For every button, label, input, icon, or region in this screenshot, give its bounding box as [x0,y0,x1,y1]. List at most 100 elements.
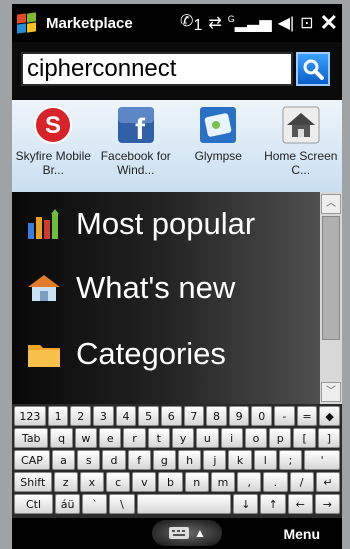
key-Tab[interactable]: Tab [14,428,49,448]
key-'[interactable]: ' [304,450,341,470]
key-n[interactable]: n [184,472,209,492]
key--[interactable]: - [274,406,295,426]
new-house-icon [26,273,62,303]
bottom-bar: ▲ Menu [12,518,342,549]
app-tile-skyfire[interactable]: S Skyfire Mobile Br... [12,100,95,192]
key-r[interactable]: r [123,428,146,448]
key-8[interactable]: 8 [206,406,227,426]
key-h[interactable]: h [178,450,202,470]
key-Ctl[interactable]: Ctl [14,494,54,514]
skyfire-icon: S [33,105,73,145]
status-icons: ✆1 ⇄ G▂▃▅ ◀| ⊡ ✕ [180,10,342,36]
key-][interactable]: ] [317,428,341,448]
key-◆[interactable]: ◆ [319,406,340,426]
key-/[interactable]: / [289,472,314,492]
scroll-thumb[interactable] [322,216,340,340]
key-↑[interactable]: ↑ [260,494,286,514]
keyboard-row: Shift z x c v b n m,. / ↵ [14,472,340,492]
chevron-up-icon: ▲ [194,526,206,540]
search-button[interactable] [296,52,330,86]
app-label: Glympse [194,149,242,163]
key-1[interactable]: 1 [47,406,69,426]
key-v[interactable]: v [132,472,157,492]
key-←[interactable]: ← [287,494,313,514]
key-d[interactable]: d [102,450,126,470]
featured-apps: S Skyfire Mobile Br... f Facebook for Wi… [12,100,342,192]
key-áü[interactable]: áü [55,494,81,514]
menu-item-whats-new[interactable]: What's new [26,270,235,306]
key-y[interactable]: y [171,428,195,448]
key-a[interactable]: a [51,450,76,470]
close-icon[interactable]: ✕ [320,10,338,36]
marketplace-menu: Most popular What's new Categories ︿ ﹀ [12,192,342,404]
scroll-down-button[interactable]: ﹀ [321,382,341,402]
key-o[interactable]: o [244,428,268,448]
key-,[interactable]: , [237,472,262,492]
app-tile-home-screen[interactable]: Home Screen C... [260,100,343,192]
key-g[interactable]: g [152,450,177,470]
key-e[interactable]: e [99,428,122,448]
key-9[interactable]: 9 [228,406,250,426]
key-l[interactable]: l [253,450,277,470]
key-\[interactable]: \ [109,494,135,514]
key-2[interactable]: 2 [70,406,92,426]
key-123[interactable]: 123 [14,406,46,426]
key-→[interactable]: → [314,494,340,514]
key-=[interactable]: = [296,406,318,426]
key-p[interactable]: p [269,428,292,448]
search-icon [303,59,324,80]
home-icon [281,105,321,145]
key-.[interactable]: . [263,472,288,492]
key-↓[interactable]: ↓ [233,494,259,514]
search-input[interactable]: cipherconnect [21,52,293,86]
key-m[interactable]: m [210,472,236,492]
key-6[interactable]: 6 [160,406,182,426]
app-tile-facebook[interactable]: f Facebook for Wind... [95,100,178,192]
key-c[interactable]: c [106,472,131,492]
key-0[interactable]: 0 [251,406,273,426]
menu-button[interactable]: Menu [283,526,320,542]
key-↵[interactable]: ↵ [315,472,340,492]
key-7[interactable]: 7 [183,406,205,426]
key-5[interactable]: 5 [138,406,159,426]
key-z[interactable]: z [53,472,78,492]
key-w[interactable]: w [74,428,98,448]
key-k[interactable]: k [228,450,252,470]
windows-start-icon[interactable] [16,12,38,34]
key-q[interactable]: q [50,428,73,448]
battery-icon[interactable]: ⊡ [300,13,313,33]
scrollbar[interactable]: ︿ ﹀ [320,192,342,404]
key-f[interactable]: f [127,450,151,470]
key-b[interactable]: b [158,472,183,492]
keyboard-toggle-button[interactable]: ▲ [152,520,222,546]
key-4[interactable]: 4 [115,406,137,426]
glympse-icon [198,105,238,145]
data-sync-icon[interactable]: ⇄ [208,13,221,33]
signal-icon[interactable]: G▂▃▅ [228,13,272,33]
menu-item-categories[interactable]: Categories [26,336,226,372]
key-x[interactable]: x [79,472,104,492]
phone-screen: Marketplace ✆1 ⇄ G▂▃▅ ◀| ⊡ ✕ cipherconne… [0,0,350,549]
key-;[interactable]: ; [278,450,303,470]
key-space[interactable] [136,494,232,514]
folder-icon [26,339,62,369]
scroll-up-button[interactable]: ︿ [321,194,341,214]
key-`[interactable]: ` [82,494,108,514]
menu-item-most-popular[interactable]: Most popular [26,206,255,242]
key-t[interactable]: t [147,428,170,448]
key-s[interactable]: s [77,450,101,470]
key-i[interactable]: i [220,428,243,448]
menu-item-label: Most popular [76,206,256,241]
missed-call-icon[interactable]: ✆1 [180,11,202,35]
app-tile-glympse[interactable]: Glympse [177,100,260,192]
key-CAP[interactable]: CAP [14,450,50,470]
app-label: Facebook for Wind... [100,149,171,177]
on-screen-keyboard: 123 1 2 3 4 5 6 7 8 9 0- = ◆ Tab q w e r t y u i o p[] CAP a s d f… [12,404,342,518]
key-[[interactable]: [ [293,428,316,448]
volume-icon[interactable]: ◀| [278,13,294,33]
key-3[interactable]: 3 [93,406,114,426]
app-title: Marketplace [46,14,133,32]
key-j[interactable]: j [203,450,227,470]
key-Shift[interactable]: Shift [14,472,52,492]
key-u[interactable]: u [196,428,219,448]
